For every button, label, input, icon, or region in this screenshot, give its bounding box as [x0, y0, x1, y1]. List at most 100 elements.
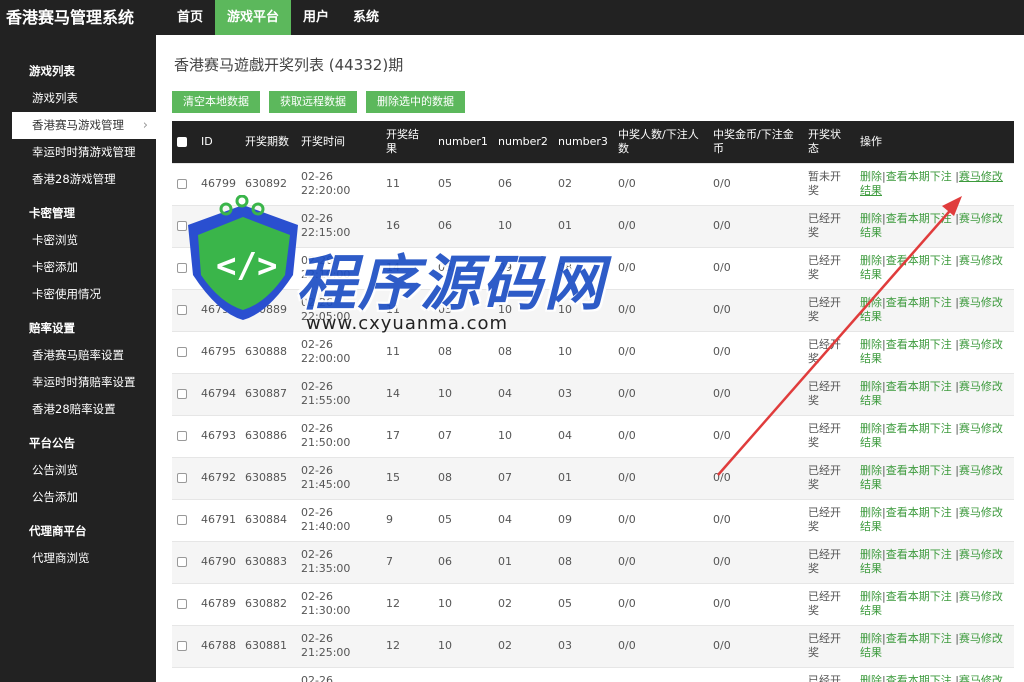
- cell-n3: 10: [553, 330, 613, 373]
- view-bets-link[interactable]: 查看本期下注: [886, 506, 952, 519]
- cell-n2: 04: [493, 498, 553, 541]
- row-checkbox[interactable]: [177, 263, 187, 273]
- cell-id: 46790: [196, 540, 240, 583]
- sidebar-item[interactable]: 公告浏览: [0, 457, 156, 484]
- cell-actions: 删除|查看本期下注 |赛马修改结果: [855, 204, 1014, 247]
- sidebar-item[interactable]: 卡密使用情况: [0, 281, 156, 308]
- delete-link[interactable]: 删除: [860, 170, 882, 183]
- view-bets-link[interactable]: 查看本期下注: [886, 338, 952, 351]
- cell-status: 已经开奖: [803, 666, 855, 682]
- cell-draw-time: 02-26 21:55:00: [296, 372, 381, 415]
- cell-result: 12: [381, 582, 433, 625]
- sidebar-item[interactable]: 公告添加: [0, 484, 156, 511]
- table-row: 46799 630892 02-26 22:20:00 11 05 06 02 0/0 0/0 暂未…: [172, 162, 1014, 205]
- cell-coins: 0/0: [708, 372, 803, 415]
- row-checkbox[interactable]: [177, 515, 187, 525]
- cell-winners: 0/0: [613, 330, 708, 373]
- clear-local-data-button[interactable]: 清空本地数据: [172, 91, 260, 113]
- view-bets-link[interactable]: 查看本期下注: [886, 422, 952, 435]
- fetch-remote-data-button[interactable]: 获取远程数据: [269, 91, 357, 113]
- delete-link[interactable]: 删除: [860, 464, 882, 477]
- row-checkbox[interactable]: [177, 557, 187, 567]
- cell-n1: 03: [433, 288, 493, 331]
- cell-result: 17: [381, 414, 433, 457]
- sidebar-item[interactable]: 香港赛马赔率设置: [0, 342, 156, 369]
- row-checkbox[interactable]: [177, 179, 187, 189]
- cell-result: 11: [381, 288, 433, 331]
- row-checkbox[interactable]: [177, 473, 187, 483]
- delete-link[interactable]: 删除: [860, 506, 882, 519]
- sidebar-item[interactable]: 香港赛马游戏管理 ›: [12, 112, 156, 139]
- row-checkbox[interactable]: [177, 305, 187, 315]
- sidebar-item[interactable]: 代理商浏览: [0, 545, 156, 572]
- delete-link[interactable]: 删除: [860, 296, 882, 309]
- delete-link[interactable]: 删除: [860, 380, 882, 393]
- delete-link[interactable]: 删除: [860, 590, 882, 603]
- col-number1: number1: [438, 134, 488, 148]
- sidebar-item[interactable]: 卡密添加: [0, 254, 156, 281]
- sidebar: 游戏列表 游戏列表 香港赛马游戏管理 › 幸运时时猜游戏管理 香港28游戏管理 卡密管理 卡密…: [0, 35, 156, 682]
- view-bets-link[interactable]: 查看本期下注: [886, 674, 952, 682]
- view-bets-link[interactable]: 查看本期下注: [886, 170, 952, 183]
- cell-time: 22:15:00: [301, 226, 351, 239]
- delete-link[interactable]: 删除: [860, 422, 882, 435]
- col-winners-bettors: 中奖人数/下注人数: [618, 127, 699, 155]
- cell-n3: 05: [553, 582, 613, 625]
- view-bets-link[interactable]: 查看本期下注: [886, 464, 952, 477]
- cell-period: 630888: [240, 330, 296, 373]
- cell-draw-time: 02-26 21:30:00: [296, 582, 381, 625]
- cell-n2: 10: [493, 204, 553, 247]
- cell-result: 16: [381, 204, 433, 247]
- top-nav-item[interactable]: 游戏平台: [215, 0, 292, 35]
- table-row: 46797 630890 02-26 22:10:00 14 05 09 08 0/0 0/0 已经…: [172, 246, 1014, 289]
- table-row: 46791 630884 02-26 21:40:00 9 05 04 09 0/0 0/0 已经开…: [172, 498, 1014, 541]
- view-bets-link[interactable]: 查看本期下注: [886, 590, 952, 603]
- cell-time: 22:20:00: [301, 184, 351, 197]
- cell-winners: 0/0: [613, 498, 708, 541]
- view-bets-link[interactable]: 查看本期下注: [886, 212, 952, 225]
- sidebar-item[interactable]: 幸运时时猜游戏管理: [0, 139, 156, 166]
- cell-actions: 删除|查看本期下注 |赛马修改结果: [855, 162, 1014, 205]
- view-bets-link[interactable]: 查看本期下注: [886, 548, 952, 561]
- cell-date: 02-26: [301, 422, 333, 435]
- cell-n3: 03: [553, 372, 613, 415]
- top-nav-item[interactable]: 用户: [291, 0, 341, 35]
- select-all-checkbox[interactable]: [177, 136, 187, 147]
- delete-link[interactable]: 删除: [860, 548, 882, 561]
- row-checkbox[interactable]: [177, 347, 187, 357]
- cell-draw-time: 02-26 22:05:00: [296, 288, 381, 331]
- cell-id: 46798: [196, 204, 240, 247]
- sidebar-item[interactable]: 卡密浏览: [0, 227, 156, 254]
- delete-link[interactable]: 删除: [860, 254, 882, 267]
- cell-n1: 10: [433, 582, 493, 625]
- sidebar-item-label: 幸运时时猜赔率设置: [32, 375, 136, 389]
- top-nav-item[interactable]: 系统: [341, 0, 391, 35]
- cell-result: 7: [381, 540, 433, 583]
- row-checkbox[interactable]: [177, 431, 187, 441]
- delete-link[interactable]: 删除: [860, 338, 882, 351]
- delete-link[interactable]: 删除: [860, 674, 882, 682]
- row-checkbox[interactable]: [177, 221, 187, 231]
- cell-date: 02-26: [301, 548, 333, 561]
- top-nav-item[interactable]: 首页: [165, 0, 215, 35]
- sidebar-item[interactable]: 游戏列表: [0, 85, 156, 112]
- row-checkbox[interactable]: [177, 599, 187, 609]
- view-bets-link[interactable]: 查看本期下注: [886, 632, 952, 645]
- cell-n1: [433, 666, 493, 682]
- row-checkbox[interactable]: [177, 389, 187, 399]
- cell-time: 22:10:00: [301, 268, 351, 281]
- view-bets-link[interactable]: 查看本期下注: [886, 254, 952, 267]
- view-bets-link[interactable]: 查看本期下注: [886, 296, 952, 309]
- delete-link[interactable]: 删除: [860, 212, 882, 225]
- row-checkbox[interactable]: [177, 641, 187, 651]
- cell-period: 630889: [240, 288, 296, 331]
- sidebar-item[interactable]: 香港28游戏管理: [0, 166, 156, 193]
- delete-link[interactable]: 删除: [860, 632, 882, 645]
- cell-n3: 01: [553, 456, 613, 499]
- sidebar-item[interactable]: 香港28赔率设置: [0, 396, 156, 423]
- cell-period: 630887: [240, 372, 296, 415]
- table-row: 46793 630886 02-26 21:50:00 17 07 10 04 0/0 0/0 已经…: [172, 414, 1014, 457]
- view-bets-link[interactable]: 查看本期下注: [886, 380, 952, 393]
- sidebar-item[interactable]: 幸运时时猜赔率设置: [0, 369, 156, 396]
- delete-selected-button[interactable]: 删除选中的数据: [366, 91, 465, 113]
